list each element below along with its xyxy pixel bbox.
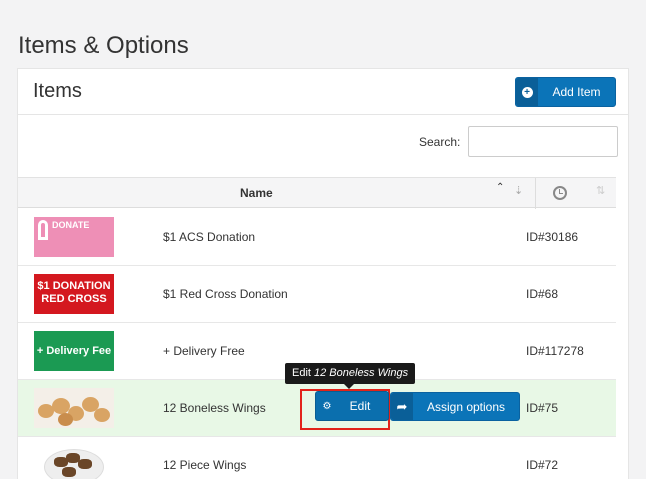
share-arrow-icon: ➦	[391, 393, 413, 420]
page-title: Items & Options	[18, 32, 189, 59]
table-row[interactable]: 12 Piece Wings ID#72	[18, 437, 616, 479]
column-divider	[535, 178, 536, 209]
table-header: Name ⌃ ⇣ ⇅	[18, 177, 616, 209]
item-id: ID#30186	[526, 230, 579, 244]
add-item-button[interactable]: + Add Item	[515, 77, 616, 107]
clock-icon[interactable]	[553, 186, 567, 200]
sort-icon[interactable]: ⇣	[514, 184, 523, 197]
item-name: $1 ACS Donation	[163, 230, 256, 244]
assign-options-label: Assign options	[426, 399, 506, 414]
assign-options-button[interactable]: ➦ Assign options	[390, 392, 520, 421]
item-thumbnail	[34, 388, 114, 428]
item-thumbnail: $1 DONATION RED CROSS	[34, 274, 114, 314]
item-id: ID#75	[526, 401, 559, 415]
item-id: ID#117278	[526, 344, 584, 358]
item-thumbnail	[34, 445, 114, 479]
search-label: Search:	[419, 135, 461, 149]
gears-icon: ⚙	[322, 400, 332, 412]
item-name: + Delivery Free	[163, 344, 245, 358]
item-name: $1 Red Cross Donation	[163, 287, 288, 301]
item-name: 12 Boneless Wings	[163, 401, 266, 415]
item-name: 12 Piece Wings	[163, 458, 247, 472]
search-input[interactable]	[468, 126, 618, 157]
item-thumbnail: + Delivery Fee	[34, 331, 114, 371]
plus-circle-icon: +	[516, 78, 538, 106]
add-item-label: Add Item	[552, 85, 601, 99]
column-header-name[interactable]: Name	[240, 186, 273, 200]
edit-tooltip: Edit 12 Boneless Wings	[285, 363, 416, 384]
card-header: Items + Add Item	[18, 69, 628, 115]
table-row[interactable]: DONATE $1 ACS Donation ID#30186	[18, 209, 616, 266]
sort-icon[interactable]: ⇅	[596, 184, 605, 197]
tooltip-arrow	[344, 384, 354, 389]
card-title: Items	[33, 80, 82, 102]
edit-button[interactable]: ⚙ Edit	[315, 391, 389, 421]
sort-asc-icon[interactable]: ⌃	[496, 182, 504, 193]
table-row[interactable]: $1 DONATION RED CROSS $1 Red Cross Donat…	[18, 266, 616, 323]
item-thumbnail: DONATE	[34, 217, 114, 257]
item-id: ID#68	[526, 287, 559, 301]
edit-label: Edit	[349, 399, 371, 413]
item-id: ID#72	[526, 458, 559, 472]
